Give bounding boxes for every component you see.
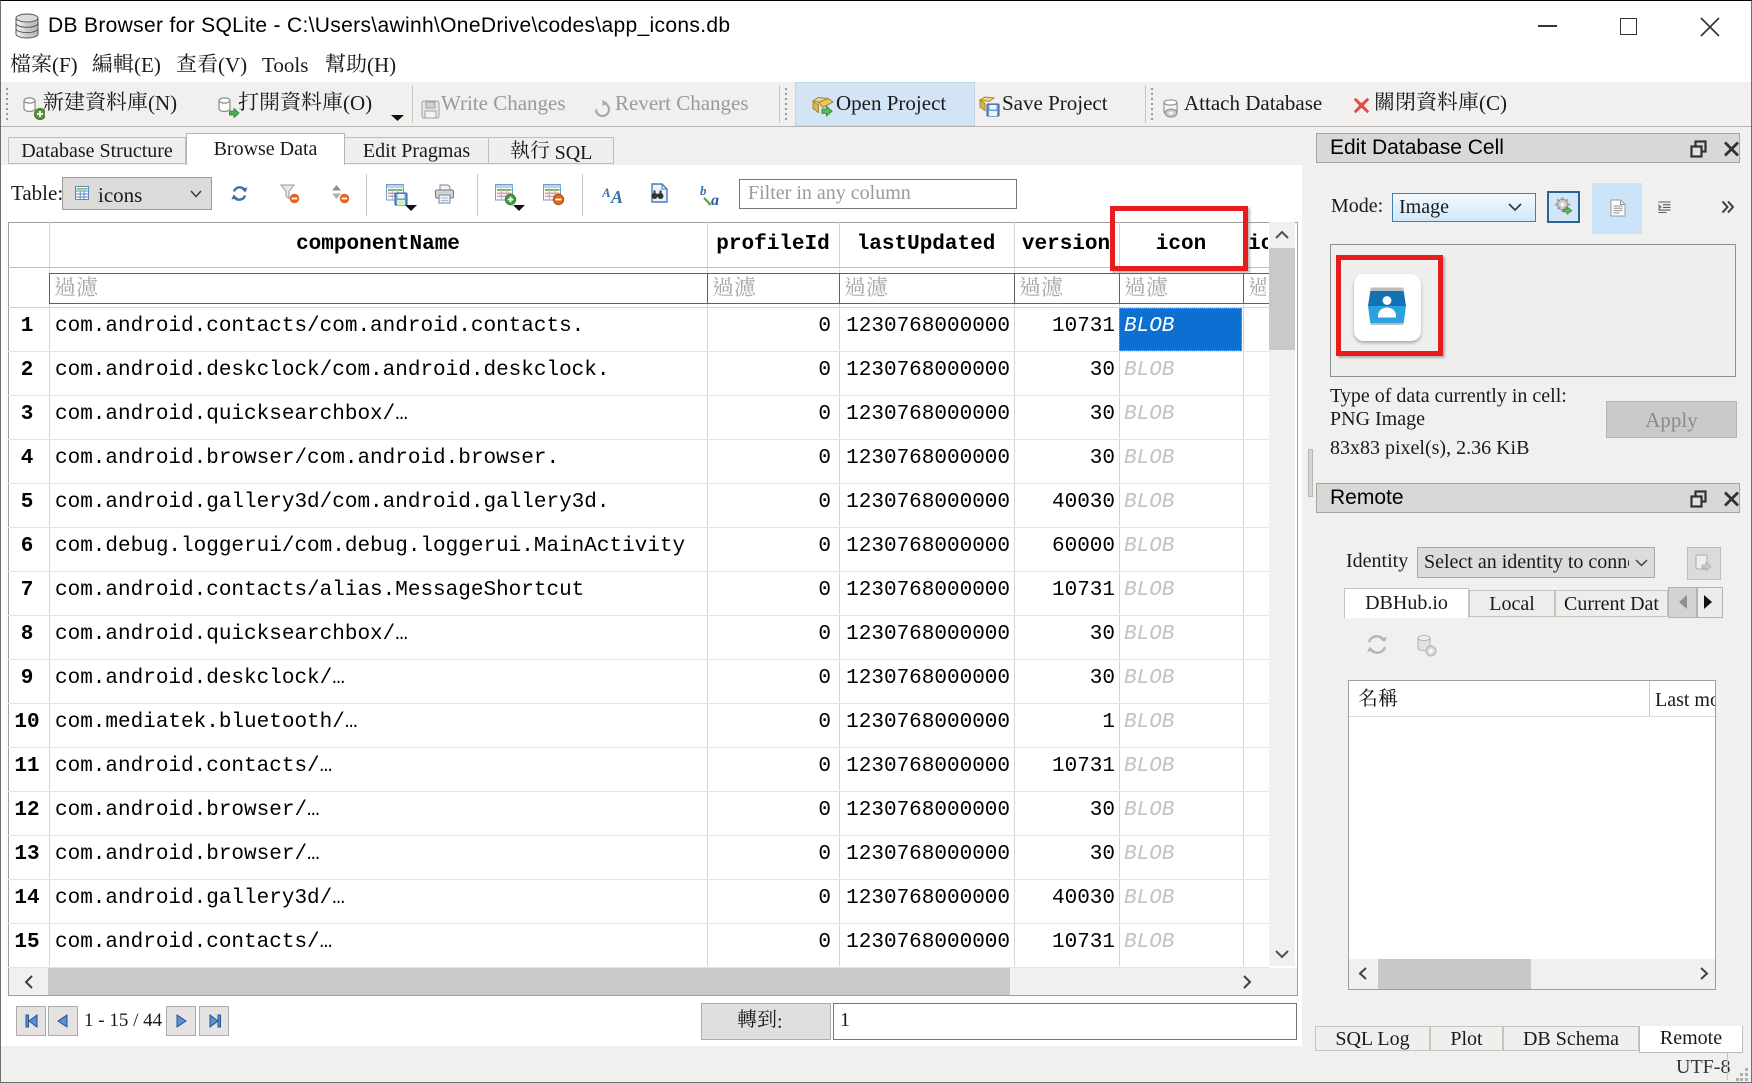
svg-text:A: A [602, 185, 611, 200]
svg-text:b: b [700, 184, 707, 198]
svg-text:A: A [610, 187, 623, 206]
svg-text:a: a [711, 192, 719, 207]
